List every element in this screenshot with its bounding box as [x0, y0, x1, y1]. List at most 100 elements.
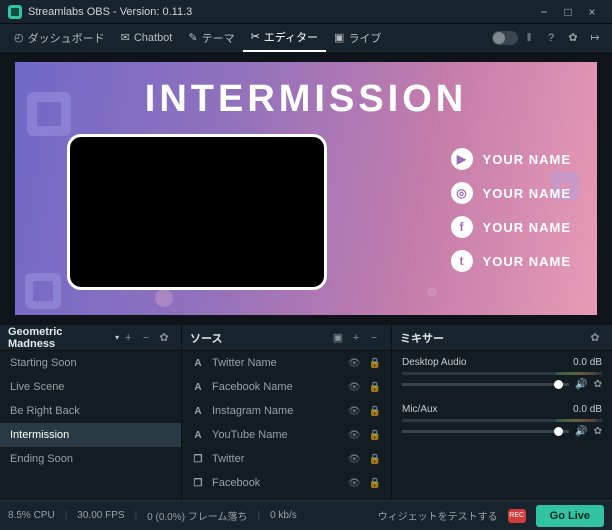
tab-live[interactable]: ▣ライブ: [326, 24, 389, 52]
source-type-icon: ❐: [192, 478, 204, 489]
source-remove-button[interactable]: −: [365, 332, 383, 344]
mixer-channel: Mic/Aux 0.0 dB 🔊 ✿: [392, 398, 612, 445]
help-icon[interactable]: ?: [540, 27, 562, 49]
go-live-button[interactable]: Go Live: [536, 505, 604, 527]
source-type-icon: A: [192, 430, 204, 441]
visibility-icon[interactable]: 👁: [348, 406, 361, 417]
status-dropped: 0 (0.0%) フレーム落ち: [147, 508, 247, 523]
social-list: ▶YOUR NAME ◎YOUR NAME fYOUR NAME tYOUR N…: [451, 148, 571, 272]
logout-icon[interactable]: ↦: [584, 27, 606, 49]
twitter-icon: t: [451, 250, 473, 272]
tab-dashboard[interactable]: ◴ダッシュボード: [6, 24, 113, 52]
source-type-icon: A: [192, 382, 204, 393]
preview-canvas: INTERMISSION ▶YOUR NAME ◎YOUR NAME fYOUR…: [15, 62, 597, 315]
tab-editor[interactable]: ✂エディター: [243, 24, 326, 52]
visibility-icon[interactable]: 👁: [348, 382, 361, 393]
preview-area[interactable]: INTERMISSION ▶YOUR NAME ◎YOUR NAME fYOUR…: [0, 52, 612, 325]
scene-remove-button[interactable]: −: [137, 332, 155, 344]
youtube-icon: ▶: [451, 148, 473, 170]
lock-icon[interactable]: 🔒: [369, 358, 381, 369]
editor-icon: ✂: [251, 30, 260, 43]
record-button[interactable]: REC: [508, 509, 526, 523]
status-bitrate: 0 kb/s: [270, 510, 297, 521]
mixer-settings-button[interactable]: ✿: [586, 331, 604, 344]
test-widget-button[interactable]: ウィジェットをテストする: [378, 508, 498, 523]
source-type-icon: ❐: [192, 454, 204, 465]
status-cpu: 8.5% CPU: [8, 510, 55, 521]
maximize-button[interactable]: □: [556, 5, 580, 19]
scene-item[interactable]: Be Right Back: [0, 399, 181, 423]
volume-slider[interactable]: [402, 383, 569, 386]
lock-icon[interactable]: 🔒: [369, 406, 381, 417]
channel-settings-icon[interactable]: ✿: [594, 379, 602, 390]
settings-icon[interactable]: ✿: [562, 27, 584, 49]
close-button[interactable]: ×: [580, 5, 604, 19]
visibility-icon[interactable]: 👁: [348, 478, 361, 489]
main-toolbar: ◴ダッシュボード ✉Chatbot ✎テーマ ✂エディター ▣ライブ ‖ ? ✿…: [0, 24, 612, 52]
deco-shape: [427, 287, 437, 297]
speaker-icon[interactable]: 🔊: [575, 379, 587, 390]
video-frame: [67, 134, 327, 290]
deco-shape: [25, 273, 61, 309]
theme-icon: ✎: [188, 31, 197, 44]
deco-shape: [155, 289, 173, 307]
scenes-title: Geometric Madness: [8, 326, 112, 350]
social-row-facebook: fYOUR NAME: [451, 216, 571, 238]
instagram-icon: ◎: [451, 182, 473, 204]
lock-icon[interactable]: 🔒: [369, 454, 381, 465]
source-folder-button[interactable]: ▣: [329, 331, 347, 344]
source-item[interactable]: AFacebook Name👁🔒: [182, 375, 391, 399]
scene-settings-button[interactable]: ✿: [155, 331, 173, 344]
scene-add-button[interactable]: +: [119, 332, 137, 344]
minimize-button[interactable]: −: [532, 5, 556, 19]
status-fps: 30.00 FPS: [77, 510, 124, 521]
visibility-icon[interactable]: 👁: [348, 430, 361, 441]
audio-meter: [402, 419, 602, 422]
dashboard-icon: ◴: [14, 31, 24, 44]
app-logo-icon: [8, 5, 22, 19]
source-item[interactable]: AYouTube Name👁🔒: [182, 423, 391, 447]
source-type-icon: A: [192, 406, 204, 417]
window-title: Streamlabs OBS - Version: 0.11.3: [28, 6, 532, 18]
tab-theme[interactable]: ✎テーマ: [180, 24, 242, 52]
channel-level: 0.0 dB: [573, 357, 602, 368]
mixer-panel: ミキサー ✿ Desktop Audio 0.0 dB 🔊 ✿ Mic/Aux 0.0 d…: [392, 325, 612, 500]
lock-icon[interactable]: 🔒: [369, 478, 381, 489]
source-item[interactable]: ❐Facebook👁🔒: [182, 471, 391, 495]
channel-settings-icon[interactable]: ✿: [594, 426, 602, 437]
statusbar: 8.5% CPU | 30.00 FPS | 0 (0.0%) フレーム落ち |…: [0, 500, 612, 530]
visibility-icon[interactable]: 👁: [348, 454, 361, 465]
sources-title: ソース: [190, 330, 222, 346]
lock-icon[interactable]: 🔒: [369, 382, 381, 393]
channel-name: Mic/Aux: [402, 404, 438, 415]
scene-item[interactable]: Intermission: [0, 423, 181, 447]
channel-level: 0.0 dB: [573, 404, 602, 415]
speaker-icon[interactable]: 🔊: [575, 426, 587, 437]
social-row-youtube: ▶YOUR NAME: [451, 148, 571, 170]
bottom-panels: Geometric Madness▾ + − ✿ Starting SoonLi…: [0, 325, 612, 500]
volume-slider[interactable]: [402, 430, 569, 433]
social-row-instagram: ◎YOUR NAME: [451, 182, 571, 204]
source-item[interactable]: ATwitter Name👁🔒: [182, 351, 391, 375]
scene-item[interactable]: Ending Soon: [0, 447, 181, 471]
facebook-icon: f: [451, 216, 473, 238]
social-row-twitter: tYOUR NAME: [451, 250, 571, 272]
tab-chatbot[interactable]: ✉Chatbot: [113, 24, 181, 52]
visibility-icon[interactable]: 👁: [348, 358, 361, 369]
sources-panel: ソース ▣ + − ATwitter Name👁🔒AFacebook Name👁…: [182, 325, 392, 500]
channel-name: Desktop Audio: [402, 357, 467, 368]
mixer-title: ミキサー: [400, 330, 444, 346]
source-type-icon: A: [192, 358, 204, 369]
mode-toggle[interactable]: [492, 31, 518, 45]
lock-icon[interactable]: 🔒: [369, 430, 381, 441]
overlay-heading: INTERMISSION: [15, 78, 597, 121]
titlebar: Streamlabs OBS - Version: 0.11.3 − □ ×: [0, 0, 612, 24]
pause-icon[interactable]: ‖: [518, 27, 540, 49]
scene-item[interactable]: Starting Soon: [0, 351, 181, 375]
scene-item[interactable]: Live Scene: [0, 375, 181, 399]
source-item[interactable]: AInstagram Name👁🔒: [182, 399, 391, 423]
chatbot-icon: ✉: [121, 31, 130, 44]
mixer-channel: Desktop Audio 0.0 dB 🔊 ✿: [392, 351, 612, 398]
source-add-button[interactable]: +: [347, 332, 365, 344]
source-item[interactable]: ❐Twitter👁🔒: [182, 447, 391, 471]
